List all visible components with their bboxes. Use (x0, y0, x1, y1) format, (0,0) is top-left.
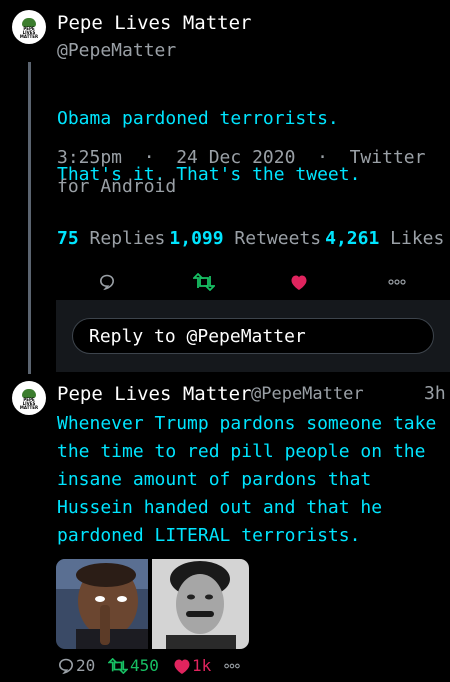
speech-bubble-icon (58, 658, 74, 675)
tweet-stats: 75 Replies 1,099 Retweets 4,261 Likes (57, 228, 448, 249)
retweet2-button[interactable] (107, 656, 129, 676)
author-name[interactable]: Pepe Lives Matter (57, 12, 251, 34)
photo-bearded-man[interactable] (152, 559, 249, 649)
tweet-timestamp-source: 3:25pm · 24 Dec 2020 · Twitter (57, 147, 426, 168)
reply-author-name[interactable]: Pepe Lives Matter (57, 383, 251, 405)
heart-icon (291, 275, 307, 290)
reply-tweet-actions: 20 450 1k (56, 654, 356, 678)
avatar-text: PEPE LIVES MATTER (19, 396, 39, 410)
like2-button[interactable] (172, 656, 192, 676)
reply-tweet-text: Whenever Trump pardons someone take the … (57, 413, 437, 546)
avatar[interactable]: PEPE LIVES MATTER (12, 10, 46, 44)
photo-obama-image (56, 559, 148, 649)
tweet-actions (0, 272, 450, 292)
reply-avatar[interactable]: PEPE LIVES MATTER (12, 381, 46, 415)
speech-bubble-icon (99, 274, 115, 291)
retweet2-count: 450 (130, 656, 159, 675)
reply2-button[interactable] (56, 656, 76, 676)
replies-label[interactable]: Replies (90, 228, 166, 249)
likes-label[interactable]: Likes (390, 228, 444, 249)
likes-count[interactable]: 4,261 (325, 228, 379, 249)
retweets-count[interactable]: 1,099 (169, 228, 223, 249)
author-handle[interactable]: @PepeMatter (57, 40, 176, 61)
tweet-meta: 3:25pm · 24 Dec 2020 · Twitter for Andro… (57, 143, 447, 201)
reply-input[interactable]: Reply to @PepeMatter (72, 318, 434, 354)
avatar-text: PEPE LIVES MATTER (19, 25, 39, 39)
reply2-count: 20 (76, 656, 96, 675)
replies-count[interactable]: 75 (57, 228, 79, 249)
photo-bearded-man-image (152, 559, 249, 649)
reply-input-placeholder: Reply to @PepeMatter (89, 326, 306, 347)
reply-time[interactable]: 3h (424, 383, 446, 404)
tweet-source-app: for Android (57, 176, 177, 197)
photo-obama[interactable] (56, 559, 148, 649)
retweet-icon (193, 273, 215, 291)
retweet-icon (108, 658, 128, 674)
like-button[interactable] (289, 272, 309, 292)
more-dots-icon (224, 663, 240, 669)
thread-connector-line (28, 62, 31, 374)
more-button[interactable] (386, 272, 408, 292)
reply-author-handle[interactable]: @PepeMatter (251, 384, 364, 404)
retweets-label[interactable]: Retweets (234, 228, 321, 249)
reply-composer-panel: Reply to @PepeMatter (56, 300, 450, 372)
retweet-button[interactable] (192, 272, 216, 292)
more-dots-icon (388, 279, 406, 285)
more2-button[interactable] (222, 656, 242, 676)
reply-button[interactable] (97, 272, 117, 292)
like2-count: 1k (192, 656, 212, 675)
tweet-text-line-1: Obama pardoned terrorists. (57, 108, 339, 129)
heart-icon (174, 659, 190, 674)
